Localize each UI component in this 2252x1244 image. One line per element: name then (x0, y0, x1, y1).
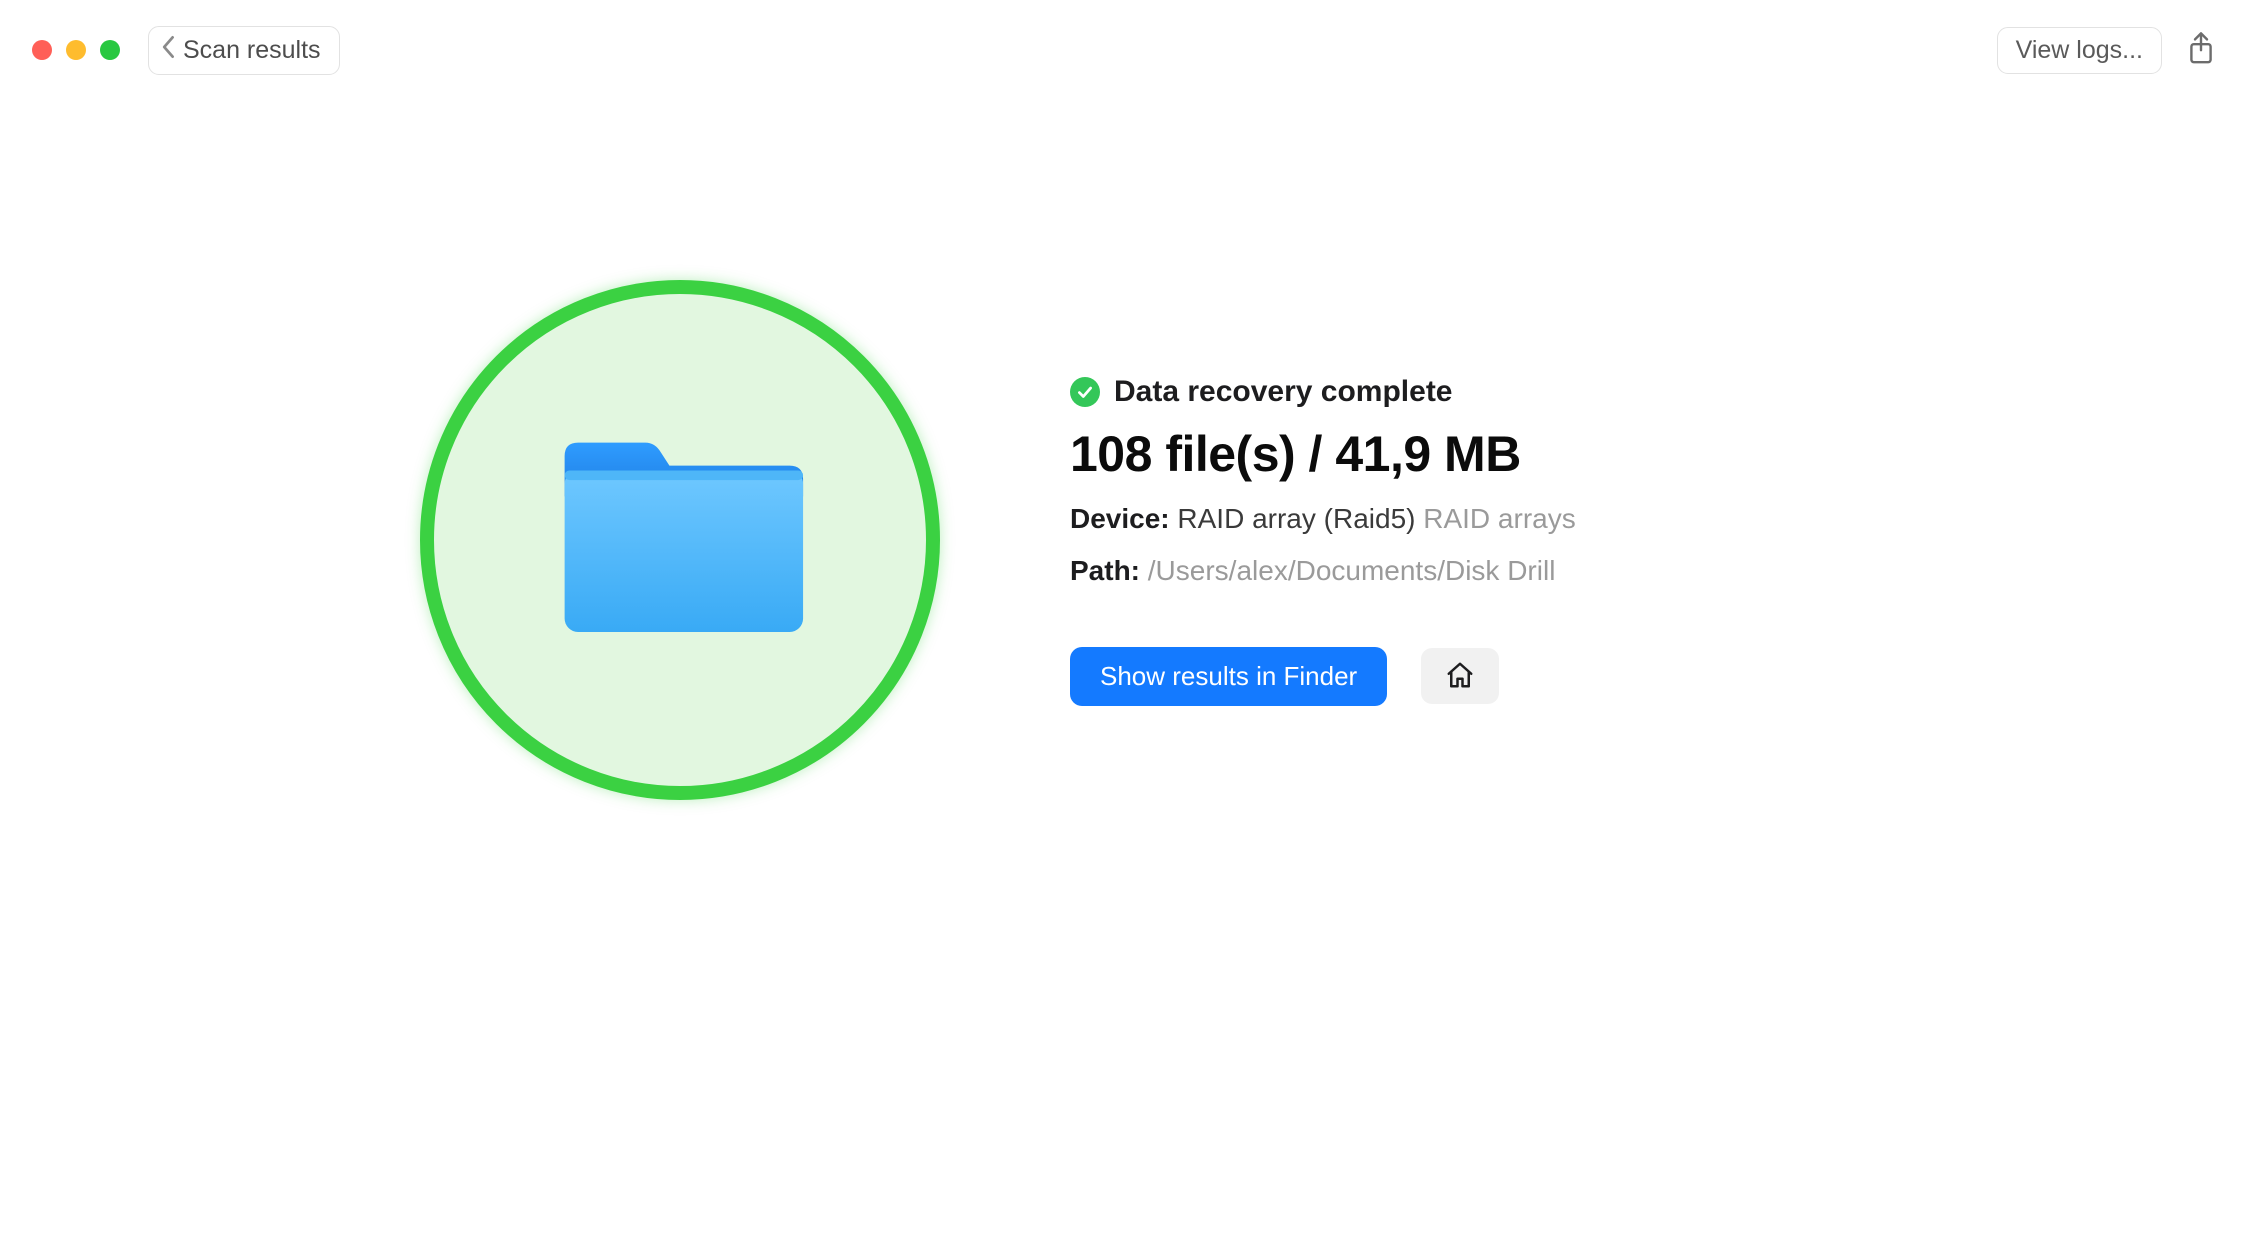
titlebar-right: View logs... (1997, 27, 2220, 74)
zoom-window-button[interactable] (100, 40, 120, 60)
path-label: Path: (1070, 555, 1140, 586)
result-illustration (420, 280, 940, 800)
back-button[interactable]: Scan results (148, 26, 340, 75)
folder-icon (555, 432, 805, 649)
status-text: Data recovery complete (1114, 375, 1453, 409)
view-logs-button[interactable]: View logs... (1997, 27, 2162, 74)
device-type: RAID arrays (1423, 503, 1575, 534)
device-name: RAID array (Raid5) (1177, 503, 1415, 534)
show-in-finder-label: Show results in Finder (1100, 661, 1357, 691)
info-block: Data recovery complete 108 file(s) / 41,… (1070, 375, 1576, 706)
traffic-lights (32, 40, 120, 60)
action-row: Show results in Finder (1070, 647, 1576, 706)
titlebar-left: Scan results (32, 26, 340, 75)
chevron-left-icon (161, 35, 177, 66)
check-circle-icon (1070, 377, 1100, 407)
back-button-label: Scan results (183, 36, 321, 65)
content-area: Data recovery complete 108 file(s) / 41,… (0, 100, 2252, 800)
path-value: /Users/alex/Documents/Disk Drill (1148, 555, 1556, 586)
share-icon (2186, 55, 2216, 70)
view-logs-label: View logs... (2016, 36, 2143, 64)
show-in-finder-button[interactable]: Show results in Finder (1070, 647, 1387, 706)
home-icon (1445, 660, 1475, 693)
minimize-window-button[interactable] (66, 40, 86, 60)
device-label: Device: (1070, 503, 1170, 534)
home-button[interactable] (1421, 648, 1499, 704)
path-line: Path: /Users/alex/Documents/Disk Drill (1070, 555, 1576, 587)
share-button[interactable] (2182, 27, 2220, 74)
summary-line: 108 file(s) / 41,9 MB (1070, 425, 1576, 483)
titlebar: Scan results View logs... (0, 0, 2252, 100)
close-window-button[interactable] (32, 40, 52, 60)
device-line: Device: RAID array (Raid5) RAID arrays (1070, 503, 1576, 535)
status-line: Data recovery complete (1070, 375, 1576, 409)
